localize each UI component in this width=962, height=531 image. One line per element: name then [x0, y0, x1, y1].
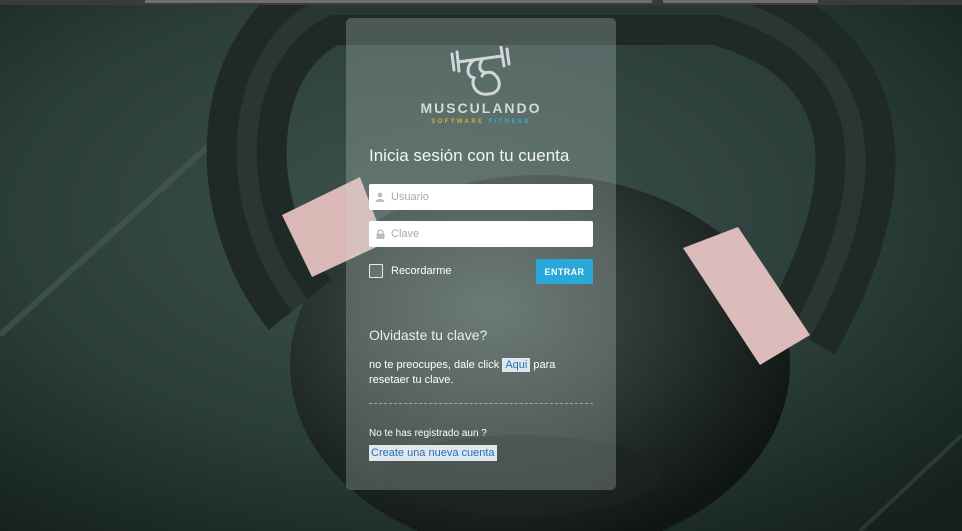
- remember-label: Recordarme: [391, 265, 452, 277]
- create-account-link[interactable]: Create una nueva cuenta: [369, 445, 497, 461]
- password-input[interactable]: [391, 222, 593, 246]
- username-input[interactable]: [391, 185, 593, 209]
- remember-checkbox[interactable]: [369, 264, 383, 278]
- section-divider: [369, 403, 593, 404]
- forgot-text-before: no te preocupes, dale click: [369, 359, 503, 371]
- username-field[interactable]: [369, 184, 593, 210]
- brand-name: MUSCULANDO: [420, 100, 542, 116]
- reset-password-link[interactable]: Aqui: [502, 358, 531, 372]
- forgot-password-text: no te preocupes, dale click Aqui para re…: [369, 358, 593, 388]
- login-heading: Inicia sesión con tu cuenta: [369, 146, 570, 165]
- remember-me[interactable]: Recordarme: [369, 264, 452, 278]
- lock-icon: [369, 229, 391, 239]
- dumbbell-bicep-icon: [450, 45, 511, 96]
- brand-tagline: SOFTWARE FITNESS: [346, 119, 616, 125]
- brand-tagline-software: SOFTWARE: [431, 119, 485, 125]
- user-icon: [369, 192, 391, 202]
- register-question: No te has registrado aun ?: [369, 428, 487, 439]
- brand-logo: [346, 45, 616, 105]
- forgot-password-title: Olvidaste tu clave?: [369, 327, 488, 343]
- password-field[interactable]: [369, 221, 593, 247]
- brand-tagline-fitness: FITNESS: [488, 119, 531, 125]
- login-button[interactable]: ENTRAR: [536, 259, 593, 284]
- login-panel: MUSCULANDO SOFTWARE FITNESS Inicia sesió…: [346, 18, 616, 490]
